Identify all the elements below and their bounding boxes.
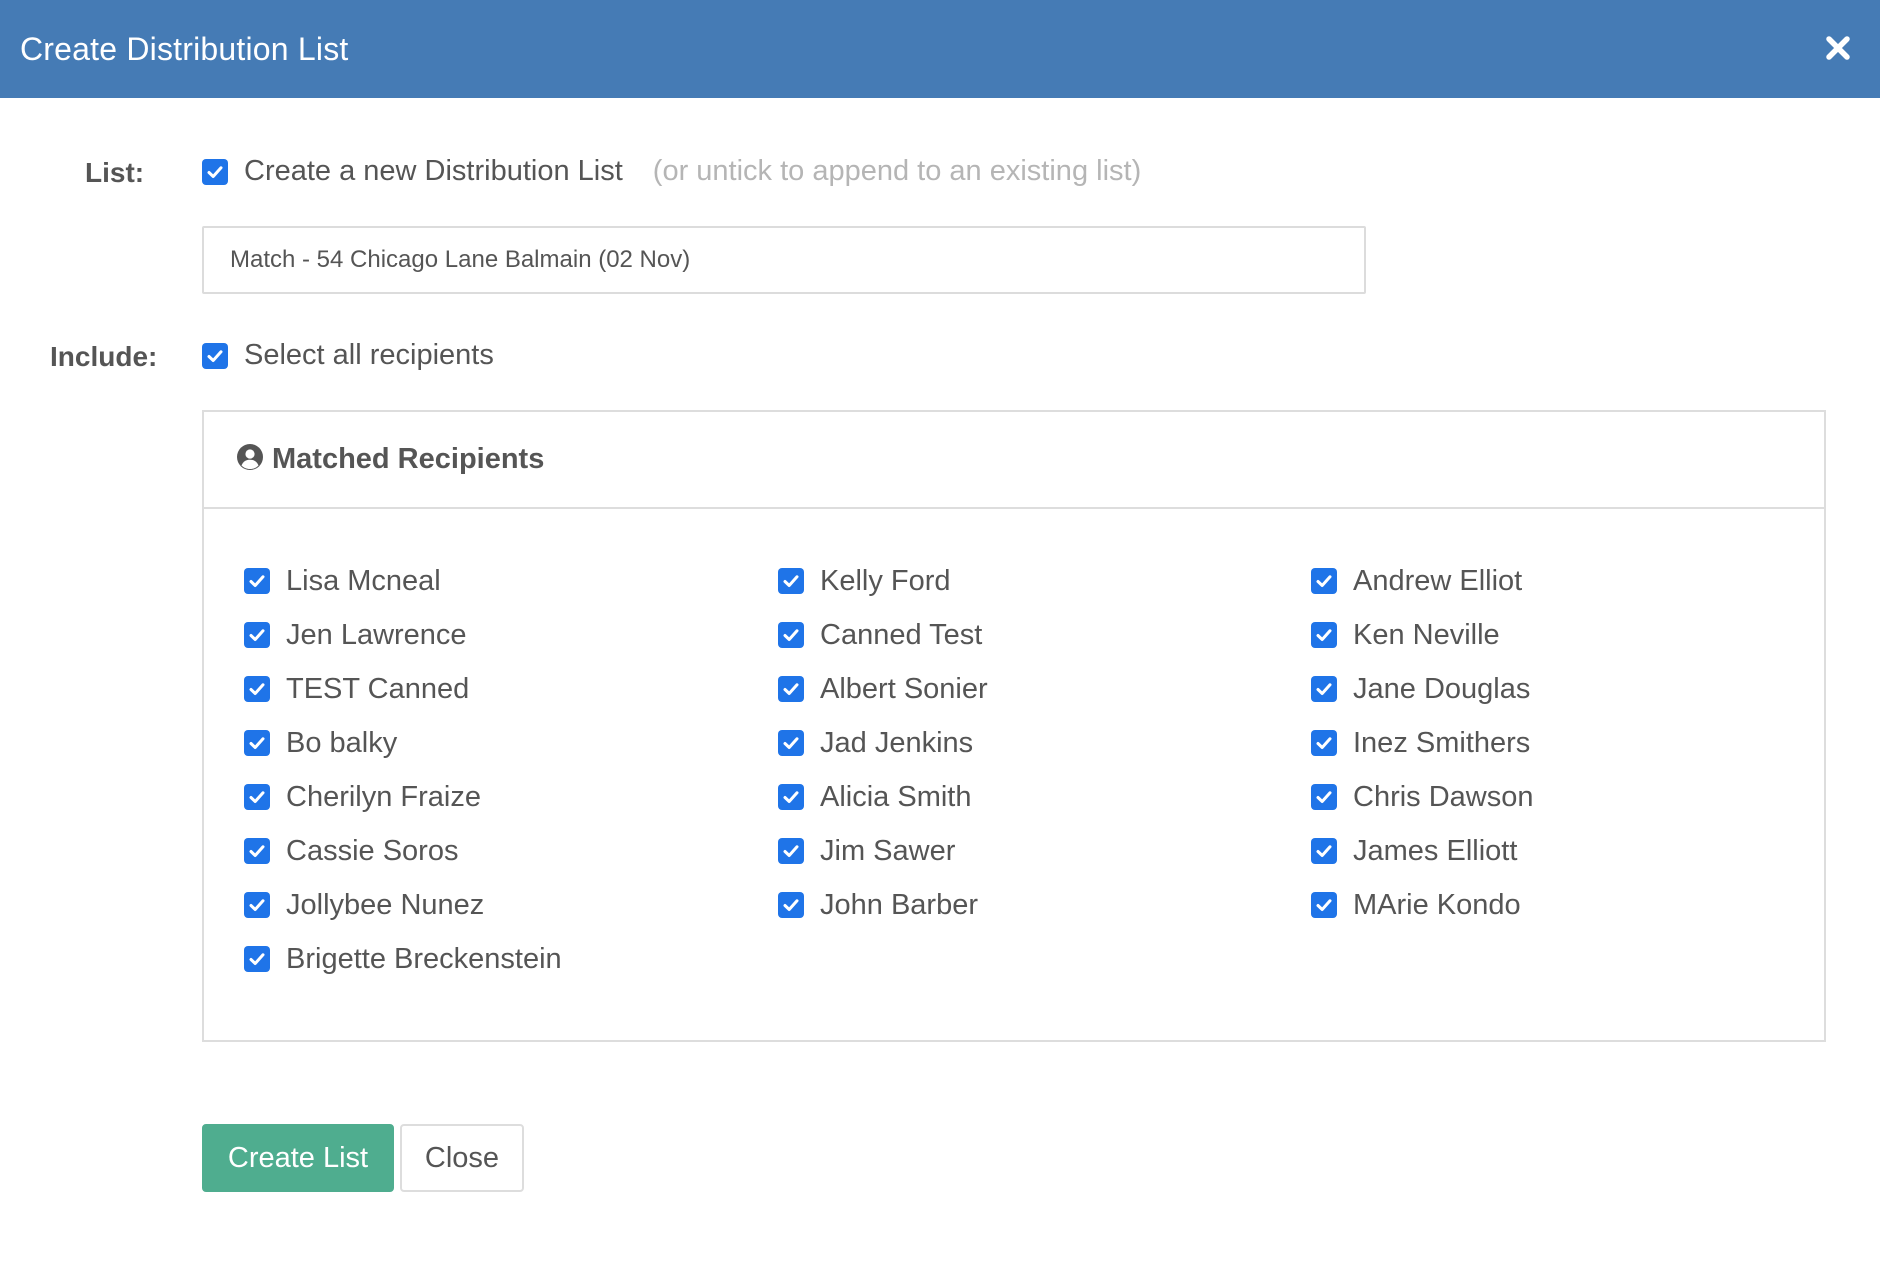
include-label: Include: [50,341,158,372]
recipient-name: Jad Jenkins [820,726,974,759]
recipient-item[interactable]: MArie Kondo [1311,878,1534,932]
recipient-checkbox[interactable] [244,784,270,810]
recipients-column-2: Kelly Ford Canned Test Albert Sonier Jad Je… [778,554,988,932]
recipient-checkbox[interactable] [244,730,270,756]
modal-header: Create Distribution List [0,0,1880,98]
recipient-checkbox[interactable] [778,784,804,810]
recipient-checkbox[interactable] [244,892,270,918]
recipient-name: Jane Douglas [1353,672,1531,705]
recipient-name: Jollybee Nunez [286,888,485,921]
recipients-column-1: Lisa Mcneal Jen Lawrence TEST Canned Bo bal… [244,554,562,986]
create-list-button[interactable]: Create List [202,1124,394,1192]
recipient-checkbox[interactable] [1311,838,1337,864]
modal-title: Create Distribution List [20,30,349,67]
user-circle-icon [236,443,264,476]
recipient-item[interactable]: John Barber [778,878,988,932]
recipient-item[interactable]: Jollybee Nunez [244,878,562,932]
recipient-item[interactable]: Jane Douglas [1311,662,1534,716]
panel-title: Matched Recipients [272,443,545,475]
recipient-name: Canned Test [820,618,983,651]
recipient-item[interactable]: Kelly Ford [778,554,988,608]
select-all-label: Select all recipients [244,339,494,371]
recipient-checkbox[interactable] [244,838,270,864]
recipient-checkbox[interactable] [778,838,804,864]
recipient-checkbox[interactable] [778,622,804,648]
recipient-item[interactable]: Cassie Soros [244,824,562,878]
recipient-name: Albert Sonier [820,672,988,705]
recipient-name: Cherilyn Fraize [286,780,481,813]
panel-heading: Matched Recipients [204,412,1824,509]
recipient-name: MArie Kondo [1353,888,1521,921]
list-label: List: [85,157,145,188]
recipient-checkbox[interactable] [1311,784,1337,810]
recipient-name: Bo balky [286,726,398,759]
recipient-item[interactable]: Brigette Breckenstein [244,932,562,986]
recipient-name: Cassie Soros [286,834,459,867]
recipient-item[interactable]: Canned Test [778,608,988,662]
recipient-checkbox[interactable] [1311,622,1337,648]
recipient-checkbox[interactable] [778,730,804,756]
recipient-checkbox[interactable] [244,676,270,702]
recipient-item[interactable]: Cherilyn Fraize [244,770,562,824]
recipient-name: Lisa Mcneal [286,564,441,597]
recipient-name: John Barber [820,888,978,921]
recipient-checkbox[interactable] [778,676,804,702]
create-new-list-label: Create a new Distribution List [244,155,623,187]
recipient-checkbox[interactable] [244,622,270,648]
recipient-checkbox[interactable] [1311,568,1337,594]
select-all-checkbox[interactable] [202,342,228,369]
create-new-list-option[interactable]: Create a new Distribution List (or untic… [202,155,1141,188]
recipient-name: Chris Dawson [1353,780,1534,813]
recipient-checkbox[interactable] [244,946,270,972]
recipient-item[interactable]: Jad Jenkins [778,716,988,770]
recipient-item[interactable]: Albert Sonier [778,662,988,716]
create-new-list-checkbox[interactable] [202,158,228,185]
recipient-checkbox[interactable] [1311,676,1337,702]
recipient-name: Jen Lawrence [286,618,467,651]
recipient-name: Jim Sawer [820,834,956,867]
create-distribution-list-modal: Create Distribution List List: Create a … [0,0,1880,1272]
recipient-item[interactable]: Andrew Elliot [1311,554,1534,608]
recipient-name: Andrew Elliot [1353,564,1523,597]
recipient-name: TEST Canned [286,672,470,705]
recipient-item[interactable]: Lisa Mcneal [244,554,562,608]
recipient-item[interactable]: Inez Smithers [1311,716,1534,770]
matched-recipients-panel: Matched Recipients Lisa Mcneal Jen Lawren… [202,410,1826,1042]
recipient-checkbox[interactable] [1311,730,1337,756]
recipients-grid: Lisa Mcneal Jen Lawrence TEST Canned Bo bal… [204,510,1824,1040]
recipient-item[interactable]: Bo balky [244,716,562,770]
recipient-name: Alicia Smith [820,780,972,813]
recipient-name: Kelly Ford [820,564,951,597]
recipient-item[interactable]: Jim Sawer [778,824,988,878]
recipient-item[interactable]: Alicia Smith [778,770,988,824]
recipient-item[interactable]: James Elliott [1311,824,1534,878]
append-hint: (or untick to append to an existing list… [652,155,1142,187]
recipient-name: James Elliott [1353,834,1518,867]
recipient-item[interactable]: Jen Lawrence [244,608,562,662]
recipient-checkbox[interactable] [1311,892,1337,918]
recipient-item[interactable]: Chris Dawson [1311,770,1534,824]
recipients-column-3: Andrew Elliot Ken Neville Jane Douglas Inez… [1311,554,1534,932]
select-all-option[interactable]: Select all recipients [202,339,494,372]
recipient-name: Ken Neville [1353,618,1500,651]
recipient-checkbox[interactable] [244,568,270,594]
close-button[interactable]: Close [400,1124,524,1192]
recipient-name: Inez Smithers [1353,726,1531,759]
close-icon[interactable] [1818,28,1858,68]
recipient-item[interactable]: TEST Canned [244,662,562,716]
recipient-checkbox[interactable] [778,892,804,918]
list-name-input[interactable] [202,226,1366,294]
recipient-item[interactable]: Ken Neville [1311,608,1534,662]
recipient-checkbox[interactable] [778,568,804,594]
recipient-name: Brigette Breckenstein [286,942,562,975]
